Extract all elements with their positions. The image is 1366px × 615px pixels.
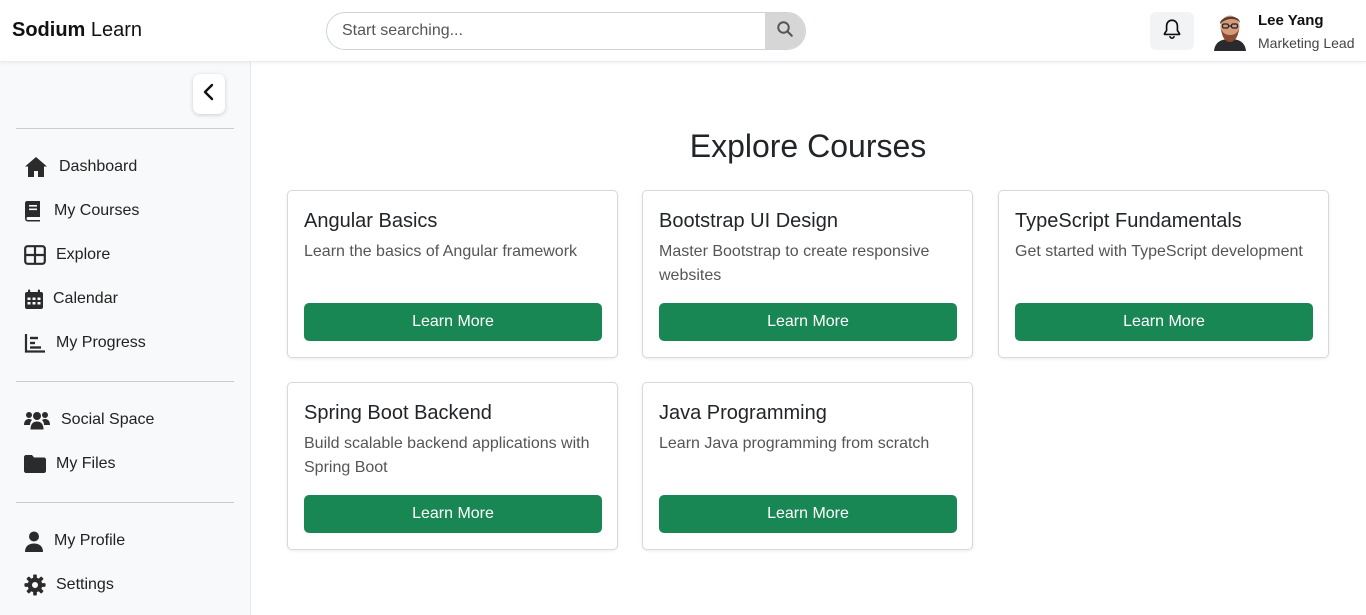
user-name: Lee Yang xyxy=(1258,12,1324,29)
brand-bold: Sodium xyxy=(12,19,86,41)
sidebar: Dashboard My Courses Explore Calendar My… xyxy=(0,62,251,615)
calendar-icon xyxy=(24,287,53,311)
course-title: Bootstrap UI Design xyxy=(659,210,838,232)
course-title: Spring Boot Backend xyxy=(304,402,492,424)
search-input[interactable] xyxy=(327,13,765,49)
sidebar-item-label: Dashboard xyxy=(59,158,138,175)
course-card-angular: Angular Basics Learn the basics of Angul… xyxy=(287,190,618,358)
course-card-spring-boot: Spring Boot Backend Build scalable backe… xyxy=(287,382,618,550)
gear-icon xyxy=(24,573,56,597)
course-description: Learn Java programming from scratch xyxy=(659,435,930,452)
course-card-java: Java Programming Learn Java programming … xyxy=(642,382,973,550)
sidebar-item-label: Settings xyxy=(56,576,114,593)
page-title: Explore Courses xyxy=(689,128,927,164)
avatar[interactable] xyxy=(1211,11,1249,51)
sidebar-item-dashboard[interactable]: Dashboard xyxy=(24,152,137,182)
course-description: Learn the basics of Angular framework xyxy=(304,243,578,260)
sidebar-item-my-files[interactable]: My Files xyxy=(24,449,116,479)
sidebar-divider xyxy=(16,502,234,503)
search-button[interactable] xyxy=(765,13,805,49)
course-title: TypeScript Fundamentals xyxy=(1015,210,1242,232)
course-description: Build scalable backend applications with… xyxy=(304,435,590,476)
folder-icon xyxy=(24,452,56,476)
sidebar-item-social-space[interactable]: Social Space xyxy=(24,405,154,435)
notifications-button[interactable] xyxy=(1150,12,1194,50)
learn-more-button[interactable]: Learn More xyxy=(1015,303,1313,341)
search-icon xyxy=(776,20,794,43)
sidebar-item-label: Social Space xyxy=(61,411,155,428)
collapse-sidebar-button[interactable] xyxy=(193,74,225,114)
course-card-bootstrap: Bootstrap UI Design Master Bootstrap to … xyxy=(642,190,973,358)
home-icon xyxy=(24,155,59,179)
user-role: Marketing Lead xyxy=(1258,35,1355,51)
learn-more-button[interactable]: Learn More xyxy=(304,495,602,533)
chart-icon xyxy=(24,331,56,355)
sidebar-item-label: Calendar xyxy=(53,290,118,307)
sidebar-divider xyxy=(16,128,234,129)
sidebar-item-settings[interactable]: Settings xyxy=(24,570,114,600)
top-header: Sodium Learn Lee Yang Marketing Lead xyxy=(0,0,1366,62)
sidebar-item-label: My Profile xyxy=(54,532,126,549)
course-description: Get started with TypeScript development xyxy=(1015,243,1303,260)
course-description: Master Bootstrap to create responsive we… xyxy=(659,243,930,284)
book-icon xyxy=(24,199,54,223)
brand-light: Learn xyxy=(90,19,143,41)
sidebar-item-calendar[interactable]: Calendar xyxy=(24,284,118,314)
sidebar-item-label: My Courses xyxy=(54,202,140,219)
search-bar xyxy=(326,12,806,50)
sidebar-item-label: Explore xyxy=(56,246,111,263)
grid-icon xyxy=(24,243,56,267)
sidebar-item-my-profile[interactable]: My Profile xyxy=(24,526,125,556)
course-title: Java Programming xyxy=(659,402,827,424)
course-card-typescript: TypeScript Fundamentals Get started with… xyxy=(998,190,1329,358)
learn-more-button[interactable]: Learn More xyxy=(304,303,602,341)
sidebar-item-my-courses[interactable]: My Courses xyxy=(24,196,139,226)
brand-logo[interactable]: Sodium Learn xyxy=(12,19,142,42)
user-icon xyxy=(24,529,54,553)
learn-more-button[interactable]: Learn More xyxy=(659,495,957,533)
sidebar-item-my-progress[interactable]: My Progress xyxy=(24,328,146,358)
sidebar-item-label: My Progress xyxy=(56,334,146,351)
learn-more-button[interactable]: Learn More xyxy=(659,303,957,341)
users-icon xyxy=(24,408,61,432)
sidebar-divider xyxy=(16,381,234,382)
course-title: Angular Basics xyxy=(304,210,438,232)
chevron-left-icon xyxy=(202,82,216,107)
sidebar-item-label: My Files xyxy=(56,455,116,472)
sidebar-item-explore[interactable]: Explore xyxy=(24,240,110,270)
bell-icon xyxy=(1162,18,1182,45)
